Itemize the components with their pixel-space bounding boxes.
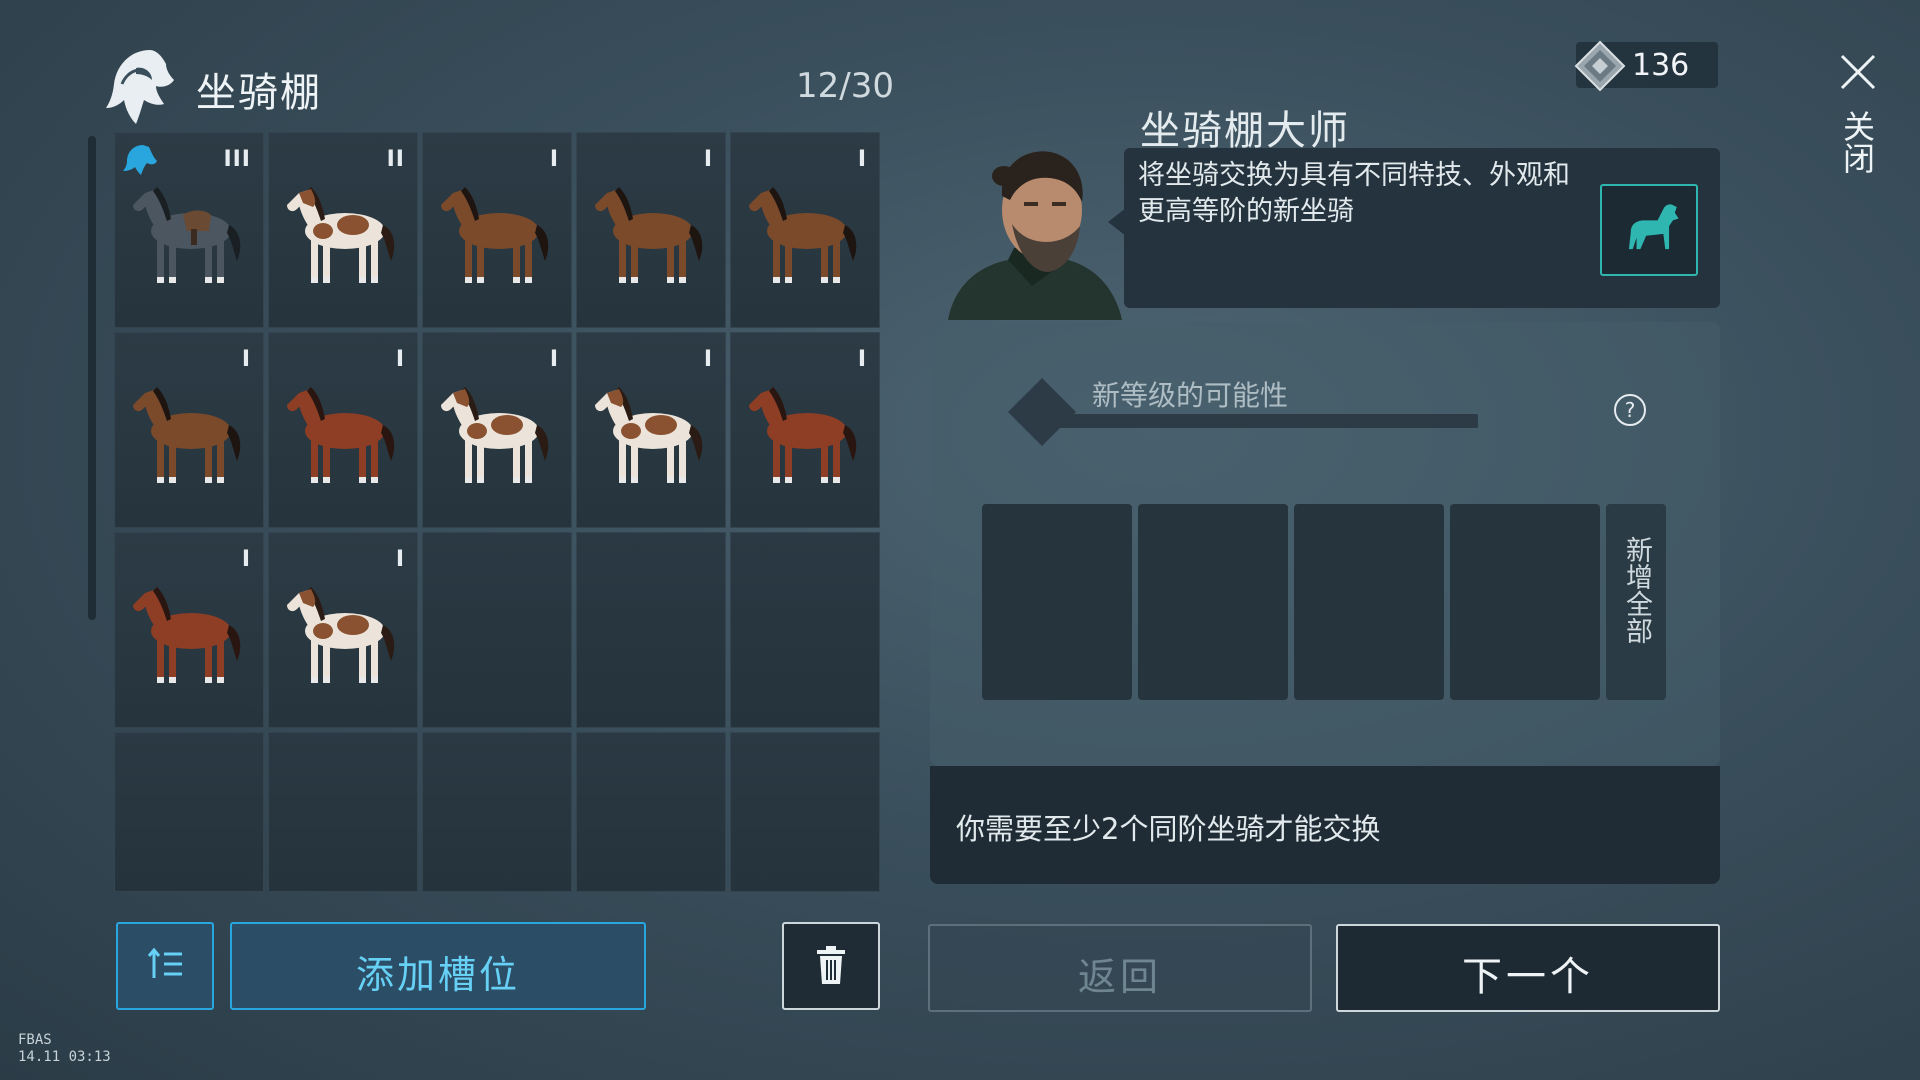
horse-icon: [441, 387, 549, 483]
build-tag-line2: 14.11 03:13: [18, 1049, 111, 1065]
build-tag-line1: FBAS: [18, 1032, 52, 1048]
tier-marker: I: [857, 347, 867, 372]
diamond-gem-icon: [1574, 40, 1626, 92]
tier-marker: III: [223, 147, 251, 172]
add-all-label[interactable]: 新增全部: [1618, 536, 1654, 644]
tier-marker: I: [241, 347, 251, 372]
next-label[interactable]: 下一个: [1336, 944, 1720, 1002]
tier-marker: I: [703, 147, 713, 172]
grid-scrollbar[interactable]: [88, 136, 96, 620]
add-slot-label[interactable]: 添加槽位: [230, 944, 646, 999]
exchange-slot-4[interactable]: [1450, 504, 1600, 700]
tier-marker: I: [857, 147, 867, 172]
horse-icon: [287, 387, 395, 483]
tier-possibility-bar: [1046, 414, 1478, 428]
mount-slot[interactable]: II: [268, 132, 418, 328]
mount-slot[interactable]: I: [114, 332, 264, 528]
stable-master-portrait: [948, 151, 1122, 320]
close-label[interactable]: 关闭: [1838, 110, 1876, 174]
tier-marker: I: [241, 547, 251, 572]
horse-icon: [287, 187, 395, 283]
empty-mount-slot[interactable]: [576, 532, 726, 728]
exchange-slot-1[interactable]: [982, 504, 1132, 700]
horse-icon: [133, 587, 241, 683]
mount-slot[interactable]: III: [114, 132, 264, 328]
slot-count: 12/30: [796, 66, 894, 106]
mount-slot[interactable]: I: [114, 532, 264, 728]
mount-grid: III II I I I I I I I I I I: [114, 132, 882, 892]
tier-marker: I: [549, 347, 559, 372]
tier-marker: I: [395, 347, 405, 372]
page-title: 坐骑棚: [196, 70, 322, 116]
empty-mount-slot[interactable]: [422, 732, 572, 892]
currency-amount: 136: [1632, 48, 1690, 83]
tier-marker: I: [549, 147, 559, 172]
master-description: 将坐骑交换为具有不同特技、外观和更高等阶的新坐骑: [1138, 160, 1570, 227]
horse-icon: [287, 587, 395, 683]
mount-slot[interactable]: I: [422, 332, 572, 528]
notice-text: 你需要至少2个同阶坐骑才能交换: [956, 812, 1381, 846]
horse-icon: [595, 387, 703, 483]
trash-icon: [817, 946, 845, 984]
horse-icon: [1628, 204, 1679, 250]
mount-slot[interactable]: I: [268, 532, 418, 728]
horse-icon: [133, 187, 241, 283]
tier-marker: I: [395, 547, 405, 572]
horse-head-logo-icon: [106, 50, 174, 124]
horse-icon: [595, 187, 703, 283]
close-icon[interactable]: [1836, 50, 1880, 94]
horse-icon: [749, 387, 857, 483]
tier-marker: II: [386, 147, 405, 172]
empty-mount-slot[interactable]: [576, 732, 726, 892]
exchange-slot-2[interactable]: [1138, 504, 1288, 700]
tier-possibility-label: 新等级的可能性: [1092, 379, 1289, 412]
mount-type-button[interactable]: [1600, 184, 1698, 276]
empty-mount-slot[interactable]: [730, 532, 880, 728]
mount-slot[interactable]: I: [730, 132, 880, 328]
mount-slot[interactable]: I: [576, 332, 726, 528]
empty-mount-slot[interactable]: [268, 732, 418, 892]
equipped-horse-badge-icon: [123, 145, 157, 175]
horse-icon: [749, 187, 857, 283]
mount-slot[interactable]: I: [422, 132, 572, 328]
build-tag: FBAS 14.11 03:13: [18, 1032, 111, 1066]
empty-mount-slot[interactable]: [422, 532, 572, 728]
empty-mount-slot[interactable]: [114, 732, 264, 892]
horse-icon: [441, 187, 549, 283]
mount-slot[interactable]: I: [730, 332, 880, 528]
empty-mount-slot[interactable]: [730, 732, 880, 892]
mount-slot[interactable]: I: [268, 332, 418, 528]
back-label[interactable]: 返回: [928, 946, 1312, 1001]
sort-icon: [147, 947, 182, 978]
mount-slot[interactable]: I: [576, 132, 726, 328]
horse-icon: [133, 387, 241, 483]
tier-marker: I: [703, 347, 713, 372]
exchange-slot-3[interactable]: [1294, 504, 1444, 700]
help-icon[interactable]: ?: [1614, 394, 1646, 426]
